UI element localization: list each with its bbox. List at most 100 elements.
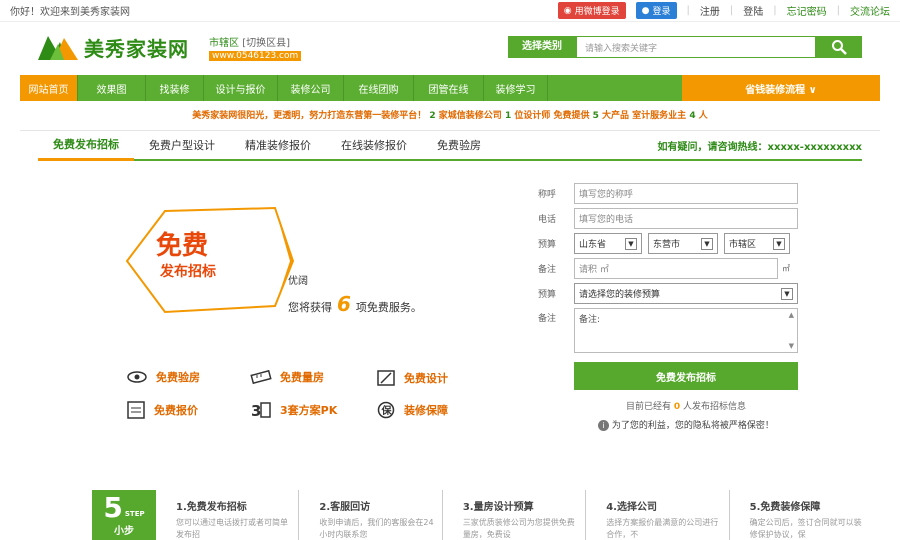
ruler-icon — [250, 369, 272, 385]
district-select[interactable]: 市辖区 ▼ — [724, 233, 790, 254]
benefit-suffix: 项免费服务。 — [355, 301, 422, 314]
nav-companies[interactable]: 装修公司 — [278, 75, 344, 101]
region-row: 预算 山东省 ▼ 东营市 ▼ 市辖区 ▼ — [538, 233, 798, 254]
pencil-icon — [377, 370, 395, 386]
budget-label: 预算 — [538, 290, 557, 300]
district-value: 市辖区 — [729, 240, 757, 250]
phone-label: 电话 — [538, 215, 557, 225]
city-name: 市辖区 — [209, 37, 239, 49]
notice-text-3: 位设计师 免费提供 — [514, 111, 590, 121]
weibo-login-label: 用微博登录 — [574, 7, 620, 17]
tender-form: 称呼 填写您的称呼 电话 填写您的电话 预算 山东省 ▼ 东营市 ▼ 市辖区 ▼ 备注… — [538, 183, 798, 431]
list-icon — [127, 401, 145, 419]
scroll-up-icon[interactable]: ▲ — [789, 311, 794, 319]
tab-online-quote[interactable]: 在线装修报价 — [326, 137, 422, 159]
qq-login-button[interactable]: ● 登录 — [635, 2, 677, 19]
nav-learn[interactable]: 装修学习 — [484, 75, 548, 101]
step-item: 1.免费发布招标 您可以通过电话拨打或者可简单发布招 — [156, 490, 300, 540]
svg-text:3: 3 — [251, 402, 261, 419]
top-bar: 你好！欢迎来到美秀家装网 ◉ 用微博登录 ● 登录 | 注册 | 登陆 | 忘记… — [0, 0, 900, 22]
feature-label: 3套方案PK — [280, 404, 338, 417]
step-title: 2.客服回访 — [319, 502, 371, 513]
svg-text:保: 保 — [381, 404, 393, 417]
feature-label: 免费验房 — [156, 371, 200, 384]
privacy-note: i 为了您的利益，您的隐私将被严格保密！ — [574, 418, 798, 431]
nav-find-decor[interactable]: 找装修 — [146, 75, 204, 101]
eye-icon — [127, 371, 147, 383]
note-textarea[interactable]: 备注: ▲ ▼ — [574, 308, 798, 353]
five-steps-bar: 5 STEP 小步 1.免费发布招标 您可以通过电话拨打或者可简单发布招 2.客… — [92, 490, 872, 540]
tab-accurate-quote[interactable]: 精准装修报价 — [230, 137, 326, 159]
phone-row: 电话 填写您的电话 — [538, 208, 798, 229]
feature-item: 免费量房 — [250, 369, 324, 385]
nav-gallery[interactable]: 效果图 — [78, 75, 146, 101]
city-selector: 市辖区 [切换区县] www.0546123.com — [209, 34, 302, 61]
notice-num-4: 4 — [689, 111, 696, 121]
step-item: 2.客服回访 收到申请后，我们的客服会在24小时内联系您 — [299, 490, 443, 540]
area-field[interactable]: 请积 ㎡ — [574, 258, 778, 279]
forum-link[interactable]: 交流论坛 — [850, 3, 890, 18]
search-button[interactable] — [816, 36, 862, 58]
top-links: ◉ 用微博登录 ● 登录 | 注册 | 登陆 | 忘记密码 | 交流论坛 — [557, 2, 890, 19]
notice-num-3: 5 — [592, 111, 599, 121]
logo-text: 美秀家装网 — [84, 36, 189, 61]
current-city: 市辖区 [切换区县] — [209, 34, 301, 49]
scroll-down-icon[interactable]: ▼ — [789, 342, 794, 350]
name-field[interactable]: 填写您的称呼 — [574, 183, 798, 204]
service-tabs: 免费发布招标 免费户型设计 精准装修报价 在线装修报价 免费验房 如有疑问，请咨… — [38, 131, 862, 161]
three-plans-icon: 3 — [251, 402, 271, 419]
budget-select[interactable]: 请选择您的装修预算 ▼ — [574, 283, 798, 304]
nav-group-buy[interactable]: 在线团购 — [344, 75, 414, 101]
forgot-password-link[interactable]: 忘记密码 — [787, 3, 827, 18]
feature-label: 免费报价 — [154, 404, 198, 417]
feature-item: 保 装修保障 — [376, 401, 448, 419]
feature-item: 免费报价 — [126, 401, 198, 419]
step-title: 5.免费装修保障 — [749, 502, 821, 513]
tender-count: 目前已经有 0 人发布招标信息 — [574, 399, 798, 412]
step-title: 3.量房设计预算 — [462, 502, 534, 513]
nav-home[interactable]: 网站首页 — [20, 75, 78, 101]
chevron-down-icon: ▼ — [781, 287, 793, 300]
step-desc: 确定公司后，签订合同就可以装修保护协议，保 — [749, 518, 862, 539]
tab-free-inspection[interactable]: 免费验房 — [422, 137, 496, 159]
qq-icon: ● — [641, 5, 650, 16]
city-select[interactable]: 东营市 ▼ — [648, 233, 718, 254]
notice-text-2: 家城信装修公司 — [438, 111, 502, 121]
search-input[interactable]: 请输入搜索关键字 — [576, 36, 816, 58]
five-steps-badge: 5 STEP 小步 — [92, 490, 156, 540]
steps-count: 5 — [103, 490, 123, 524]
nav-process[interactable]: 省钱装修流程 ∨ — [682, 75, 880, 101]
region-label: 预算 — [538, 240, 557, 250]
tab-free-tender[interactable]: 免费发布招标 — [38, 136, 134, 161]
province-select[interactable]: 山东省 ▼ — [574, 233, 642, 254]
submit-button[interactable]: 免费发布招标 — [574, 362, 798, 390]
phone-field[interactable]: 填写您的电话 — [574, 208, 798, 229]
name-label: 称呼 — [538, 190, 557, 200]
chevron-down-icon: ▼ — [625, 237, 637, 250]
step-item: 4.选择公司 选择方案报价最满意的公司进行合作，不 — [586, 490, 730, 540]
login-link[interactable]: 登陆 — [743, 3, 763, 18]
divider: | — [686, 5, 690, 16]
step-title: 1.免费发布招标 — [176, 502, 247, 513]
search-bar: 选择类别 请输入搜索关键字 — [508, 36, 862, 58]
area-row: 备注 请积 ㎡ ㎡ — [538, 258, 798, 279]
register-link[interactable]: 注册 — [700, 3, 720, 18]
tab-free-layout[interactable]: 免费户型设计 — [134, 137, 230, 159]
benefit-line: 您将获得 6 项免费服务。 — [288, 293, 422, 319]
notice-bar: 美秀家装网很阳光，更透明，努力打造东营第一装修平台！ 2 家城信装修公司 1 位… — [20, 101, 880, 131]
search-category[interactable]: 选择类别 — [508, 36, 576, 58]
step-desc: 收到申请后，我们的客服会在24小时内联系您 — [319, 518, 434, 539]
site-url: www.0546123.com — [209, 50, 302, 61]
notice-text-5: 人 — [698, 111, 708, 121]
nav-group-online[interactable]: 团管在线 — [414, 75, 484, 101]
weibo-login-button[interactable]: ◉ 用微博登录 — [557, 2, 626, 19]
site-logo[interactable]: 美秀家装网 — [38, 33, 189, 62]
note-row: 备注 备注: ▲ ▼ — [538, 308, 798, 356]
search-icon — [832, 40, 847, 55]
switch-city-link[interactable]: [切换区县] — [242, 38, 290, 49]
step-item: 3.量房设计预算 三家优质装修公司为您提供免费量房，免费设 — [443, 490, 587, 540]
divider: | — [773, 5, 777, 16]
chevron-down-icon: ▼ — [773, 237, 785, 250]
main-nav: 网站首页 效果图 找装修 设计与报价 装修公司 在线团购 团管在线 装修学习 省… — [20, 75, 880, 101]
nav-design-quote[interactable]: 设计与报价 — [204, 75, 278, 101]
